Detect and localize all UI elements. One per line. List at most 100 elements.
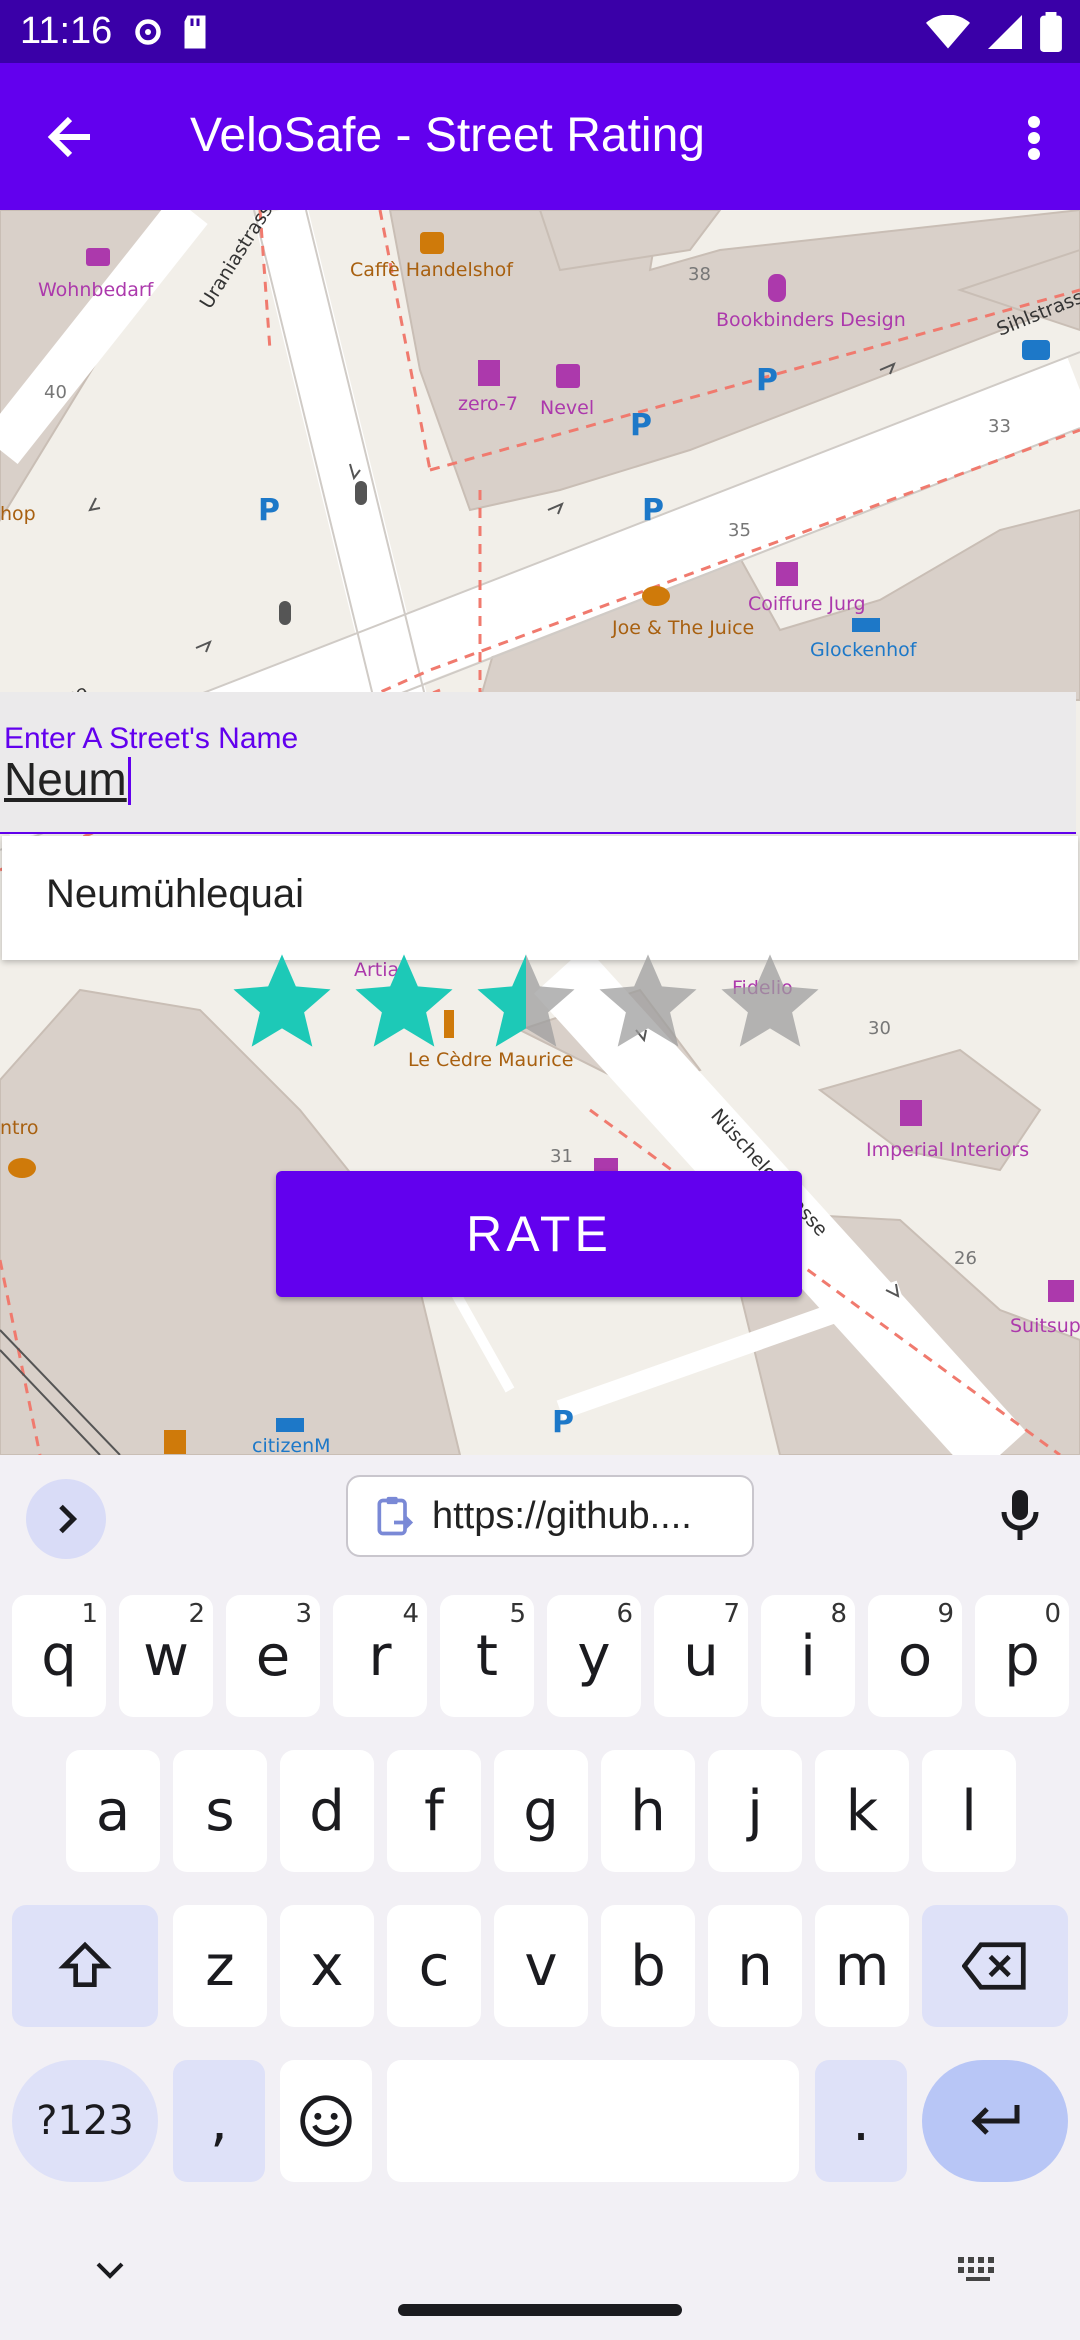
voice-input-button[interactable] — [990, 1481, 1050, 1551]
map-label: Suitsup — [1010, 1315, 1080, 1337]
key-u[interactable]: u7 — [654, 1595, 748, 1717]
map-label: 30 — [868, 1018, 891, 1039]
map-label: hop — [0, 503, 36, 525]
map-label: 26 — [954, 1248, 977, 1269]
key-y[interactable]: y6 — [547, 1595, 641, 1717]
key-e[interactable]: e3 — [226, 1595, 320, 1717]
clipboard-suggestion[interactable]: https://github.... — [346, 1475, 754, 1557]
key-w[interactable]: w2 — [119, 1595, 213, 1717]
key-g[interactable]: g — [494, 1750, 588, 1872]
map-label: citizenM — [252, 1435, 331, 1455]
key-o[interactable]: o9 — [868, 1595, 962, 1717]
symbols-key[interactable]: ?123 — [12, 2060, 158, 2182]
comma-key[interactable]: , — [173, 2060, 265, 2182]
backspace-key[interactable] — [922, 1905, 1068, 2027]
map-label: Nevel — [540, 397, 594, 419]
hide-keyboard-icon[interactable] — [90, 2250, 130, 2290]
key-r[interactable]: r4 — [333, 1595, 427, 1717]
key-d[interactable]: d — [280, 1750, 374, 1872]
signal-icon — [988, 15, 1022, 49]
map-label: Glockenhof — [810, 639, 918, 661]
key-p[interactable]: p0 — [975, 1595, 1069, 1717]
sd-card-icon — [184, 15, 206, 49]
map-label: Coiffure Jurg — [748, 593, 866, 615]
key-m[interactable]: m — [815, 1905, 909, 2027]
key-x[interactable]: x — [280, 1905, 374, 2027]
key-n[interactable]: n — [708, 1905, 802, 2027]
key-b[interactable]: b — [601, 1905, 695, 2027]
star-icon[interactable] — [352, 950, 456, 1054]
home-indicator[interactable] — [398, 2304, 682, 2316]
suggestion-list: Neumühlequai — [2, 836, 1078, 960]
key-q[interactable]: q1 — [12, 1595, 106, 1717]
clipboard-link-icon — [377, 1496, 414, 1536]
soft-keyboard: https://github.... q1 w2 e3 r4 t5 y6 u7 … — [0, 1455, 1080, 2340]
key-s[interactable]: s — [173, 1750, 267, 1872]
enter-icon — [971, 2105, 1020, 2135]
key-k[interactable]: k — [815, 1750, 909, 1872]
navigation-bar — [0, 2220, 1080, 2340]
map-label: Joe & The Juice — [611, 617, 754, 639]
map-label: 40 — [44, 382, 67, 403]
key-j[interactable]: j — [708, 1750, 802, 1872]
suggestion-item[interactable]: Neumühlequai — [46, 872, 304, 917]
map-label: 31 — [550, 1146, 573, 1167]
clipboard-text: https://github.... — [432, 1495, 692, 1537]
rate-button[interactable]: RATE — [276, 1171, 802, 1297]
battery-icon — [1040, 12, 1062, 52]
app-bar: VeloSafe - Street Rating — [0, 63, 1080, 210]
status-bar: 11:16 — [0, 0, 1080, 63]
key-c[interactable]: c — [387, 1905, 481, 2027]
map-label: Bookbinders Design — [716, 309, 906, 331]
map-label: 38 — [688, 264, 711, 285]
key-t[interactable]: t5 — [440, 1595, 534, 1717]
space-key[interactable] — [387, 2060, 799, 2182]
rating-bar[interactable] — [230, 950, 840, 1050]
key-z[interactable]: z — [173, 1905, 267, 2027]
mic-icon — [1001, 1490, 1039, 1540]
svg-text:P: P — [642, 493, 664, 528]
svg-text:P: P — [756, 363, 778, 398]
page-title: VeloSafe - Street Rating — [190, 109, 705, 162]
map-label: Wohnbedarf — [38, 279, 155, 301]
star-icon[interactable] — [230, 950, 334, 1054]
emoji-icon — [300, 2095, 352, 2147]
star-icon[interactable] — [718, 950, 822, 1054]
map-label: 35 — [728, 520, 751, 541]
emoji-key[interactable] — [280, 2060, 372, 2182]
star-icon[interactable] — [596, 950, 700, 1054]
overflow-menu-button[interactable] — [1004, 103, 1064, 173]
settings-notification-icon — [135, 19, 161, 45]
shift-icon — [58, 1941, 112, 1987]
svg-text:P: P — [258, 493, 280, 528]
key-i[interactable]: i8 — [761, 1595, 855, 1717]
chevron-right-icon — [59, 1504, 78, 1534]
map-label: 33 — [988, 416, 1011, 437]
street-name-input-value: Neum — [4, 753, 127, 805]
arrow-back-icon — [47, 116, 90, 158]
key-f[interactable]: f — [387, 1750, 481, 1872]
key-h[interactable]: h — [601, 1750, 695, 1872]
map-label: zero-7 — [458, 393, 518, 415]
more-vert-icon — [1028, 116, 1040, 160]
svg-text:P: P — [552, 1405, 574, 1440]
map-label: ntro — [0, 1117, 39, 1139]
shift-key[interactable] — [12, 1905, 158, 2027]
wifi-icon — [926, 15, 970, 49]
key-a[interactable]: a — [66, 1750, 160, 1872]
period-key[interactable]: . — [815, 2060, 907, 2182]
map-label: Imperial Interiors — [866, 1139, 1029, 1161]
street-name-field[interactable]: Enter A Street's Name Neum — [0, 692, 1076, 834]
keyboard-switch-icon[interactable] — [956, 2254, 1000, 2284]
back-button[interactable] — [36, 107, 104, 167]
key-v[interactable]: v — [494, 1905, 588, 2027]
keyboard-toolbar-expand-button[interactable] — [26, 1479, 106, 1559]
star-icon[interactable] — [474, 950, 578, 1054]
backspace-icon — [962, 1942, 1026, 1990]
text-caret — [127, 757, 131, 805]
map-label: Caffè Handelshof — [350, 259, 514, 281]
svg-text:P: P — [630, 408, 652, 443]
key-l[interactable]: l — [922, 1750, 1016, 1872]
enter-key[interactable] — [922, 2060, 1068, 2182]
status-time: 11:16 — [20, 10, 113, 52]
